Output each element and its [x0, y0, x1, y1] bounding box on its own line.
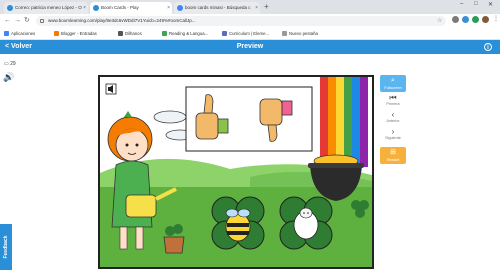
boom-icon [93, 5, 99, 11]
extension-icon[interactable] [452, 16, 459, 23]
bookmark-dilhanos[interactable]: Dilhanos [118, 30, 142, 37]
previous-card-button[interactable]: ‹ Anterior [380, 110, 406, 124]
cloud [153, 110, 187, 124]
bookmark-icon [118, 31, 123, 36]
url-field[interactable]: www.boomlearning.com/play/8e3dc6vWDdI7V1… [36, 16, 446, 26]
blogger-icon [54, 31, 59, 36]
minimize-icon[interactable]: – [460, 1, 463, 7]
new-tab-button[interactable]: + [264, 2, 269, 12]
bookmarks-bar: Aplicaciones Blogger - Entradas Dilhanos… [0, 28, 500, 40]
tab-boom-cards[interactable]: Boom Cards - Play × [90, 2, 172, 14]
potted-plant [163, 224, 185, 254]
bookmark-curriculum[interactable]: Curriculum | Eleme... [222, 30, 269, 37]
next-card-button[interactable]: › Siguiente [380, 127, 406, 141]
lock-icon [40, 19, 44, 23]
forward-arrow-icon[interactable]: → [14, 17, 21, 25]
boom-card [98, 75, 374, 269]
speaker-icon[interactable]: 🔊 [3, 72, 14, 83]
tab-search[interactable]: boom cards minasi - Búsqueda c × [174, 2, 260, 14]
restart-button[interactable]: ⊞ Restart [380, 147, 406, 164]
first-card-button[interactable]: ⏮ Primera [380, 93, 406, 107]
fullscreen-button[interactable]: ⌕ Fullscreen [380, 75, 406, 92]
apps-icon [4, 31, 9, 36]
close-icon[interactable]: × [255, 2, 258, 14]
bookmark-icon [282, 31, 287, 36]
tab-label: Correo: patricia meneo López - O [15, 5, 82, 10]
card-scene [100, 77, 372, 267]
mail-icon [7, 5, 13, 11]
speaker-icon[interactable] [105, 83, 117, 95]
bookmark-apps[interactable]: Aplicaciones [4, 30, 35, 37]
maximize-icon[interactable]: □ [474, 1, 478, 7]
card-counter: ▭ 29 [4, 61, 16, 67]
search-icon: ⌕ [391, 77, 395, 84]
address-bar-row: ← → ↻ www.boomlearning.com/play/8e3dc6vW… [0, 14, 500, 28]
window-close-icon[interactable]: ✕ [488, 1, 493, 8]
bookmark-blogger[interactable]: Blogger - Entradas [54, 30, 97, 37]
bee-clover[interactable] [211, 196, 265, 250]
chevron-left-icon: ‹ [391, 110, 395, 119]
app-header: < Volver Preview i [0, 40, 500, 54]
google-icon [177, 5, 183, 11]
url-text: www.boomlearning.com/play/8e3dc6vWDdI7V1… [48, 18, 196, 23]
back-arrow-icon[interactable]: ← [4, 17, 11, 25]
rainbow [320, 77, 368, 167]
bookmark-reading[interactable]: Reading & Langua... [162, 30, 208, 37]
tab-label: Boom Cards - Play [101, 5, 139, 10]
browser-tab-bar: Correo: patricia meneo López - O × Boom … [0, 0, 500, 14]
star-icon[interactable]: ☆ [437, 17, 442, 24]
chevron-right-icon: › [391, 127, 395, 136]
page-title: Preview [236, 43, 264, 50]
info-icon[interactable]: i [484, 43, 492, 51]
more-menu-icon[interactable]: ⋮ [493, 15, 499, 22]
extension-icon[interactable] [472, 16, 479, 23]
skip-back-icon: ⏮ [389, 93, 397, 102]
sheep-clover[interactable] [279, 196, 333, 250]
extension-icon[interactable] [462, 16, 469, 23]
restart-icon: ⊞ [390, 149, 396, 156]
bookmark-icon [222, 31, 227, 36]
bookmark-icon [162, 31, 167, 36]
close-icon[interactable]: × [83, 2, 86, 14]
tab-correo[interactable]: Correo: patricia meneo López - O × [4, 2, 88, 14]
feedback-tab[interactable]: Feedback [0, 224, 12, 270]
profile-avatar[interactable] [482, 16, 489, 23]
bookmark-nueva[interactable]: Nuevo pestaña [282, 30, 318, 37]
tab-label: boom cards minasi - Búsqueda c [185, 5, 251, 10]
close-icon[interactable]: × [167, 2, 170, 14]
reload-icon[interactable]: ↻ [24, 17, 30, 25]
